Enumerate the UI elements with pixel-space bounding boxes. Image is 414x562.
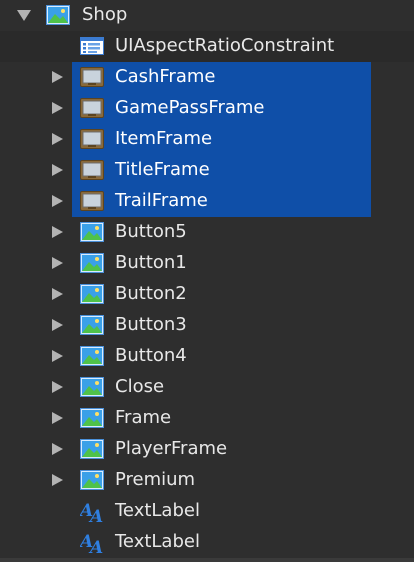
tree-item-label: CashFrame [115,66,216,87]
tree-row-frame[interactable]: Frame [0,403,414,434]
expand-arrow-icon[interactable] [52,319,63,331]
frame-icon [80,191,104,211]
expand-arrow-icon[interactable] [52,443,63,455]
frame-icon [80,98,104,118]
explorer-tree: Shop UIAspectRatioConstraint CashFrame Gam… [0,0,414,562]
svg-text:A: A [88,507,103,523]
frame-icon [80,129,104,149]
collapse-arrow-icon[interactable] [17,10,31,21]
tree-item-label: TitleFrame [115,159,210,180]
image-button-icon [80,377,104,397]
svg-text:A: A [88,538,103,554]
expand-arrow-icon[interactable] [52,226,63,238]
expand-arrow-icon[interactable] [52,133,63,145]
frame-icon [80,160,104,180]
horizontal-scrollbar[interactable] [0,558,414,562]
tree-item-label: TextLabel [115,531,200,552]
image-frame-icon [46,5,70,25]
expand-arrow-icon[interactable] [52,381,63,393]
tree-row-button2[interactable]: Button2 [0,279,414,310]
tree-item-label: Premium [115,469,196,490]
tree-item-label: Frame [115,407,172,428]
tree-item-label: UIAspectRatioConstraint [115,35,335,56]
image-button-icon [80,222,104,242]
tree-row-shop[interactable]: Shop [0,0,414,31]
tree-item-label: Close [115,376,165,397]
tree-item-label: TextLabel [115,500,200,521]
expand-arrow-icon[interactable] [52,412,63,424]
tree-item-label: Button4 [115,345,187,366]
tree-item-label: Button1 [115,252,187,273]
aspect-ratio-constraint-icon [80,36,104,56]
tree-row-close[interactable]: Close [0,372,414,403]
expand-arrow-icon[interactable] [52,195,63,207]
tree-row-playerframe[interactable]: PlayerFrame [0,434,414,465]
tree-row-textlabel[interactable]: A A TextLabel [0,527,414,558]
tree-row-button4[interactable]: Button4 [0,341,414,372]
tree-row-itemframe[interactable]: ItemFrame [0,124,414,155]
tree-row-button5[interactable]: Button5 [0,217,414,248]
expand-arrow-icon[interactable] [52,164,63,176]
frame-icon [80,67,104,87]
image-button-icon [80,253,104,273]
tree-row-titleframe[interactable]: TitleFrame [0,155,414,186]
tree-row-gamepassframe[interactable]: GamePassFrame [0,93,414,124]
tree-row-button1[interactable]: Button1 [0,248,414,279]
text-label-icon: AA [80,501,104,523]
expand-arrow-icon[interactable] [52,257,63,269]
text-label-icon: AA [80,532,104,554]
tree-row-trailframe[interactable]: TrailFrame [0,186,414,217]
image-button-icon [80,346,104,366]
tree-item-label: GamePassFrame [115,97,265,118]
tree-item-label: Button3 [115,314,187,335]
tree-row-premium[interactable]: Premium [0,465,414,496]
tree-row-uiaspectratioconstraint[interactable]: UIAspectRatioConstraint [0,31,414,62]
tree-item-label: PlayerFrame [115,438,228,459]
tree-item-label: Button2 [115,283,187,304]
expand-arrow-icon[interactable] [52,102,63,114]
image-button-icon [80,470,104,490]
tree-row-textlabel[interactable]: A A TextLabel [0,496,414,527]
tree-item-label: TrailFrame [115,190,208,211]
image-button-icon [80,408,104,428]
image-button-icon [80,439,104,459]
expand-arrow-icon[interactable] [52,350,63,362]
expand-arrow-icon[interactable] [52,474,63,486]
image-button-icon [80,284,104,304]
expand-arrow-icon[interactable] [52,71,63,83]
expand-arrow-icon[interactable] [52,288,63,300]
tree-item-label: ItemFrame [115,128,213,149]
tree-item-label: Shop [82,4,128,25]
tree-item-label: Button5 [115,221,187,242]
image-button-icon [80,315,104,335]
tree-row-cashframe[interactable]: CashFrame [0,62,414,93]
tree-row-button3[interactable]: Button3 [0,310,414,341]
